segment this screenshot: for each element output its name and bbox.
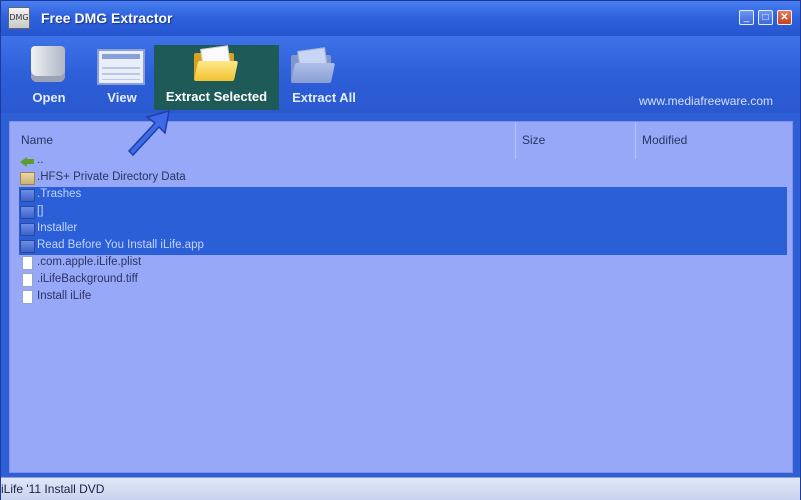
extract-all-button[interactable]: Extract All: [283, 46, 365, 111]
drive-icon: [31, 46, 65, 82]
open-button-label: Open: [32, 90, 66, 105]
folder-icon: [20, 223, 35, 236]
item-name: []: [37, 205, 44, 217]
folder-icon: [20, 206, 35, 219]
list-item[interactable]: .HFS+ Private Directory Data: [19, 170, 787, 187]
list-item[interactable]: Read Before You Install iLife.app: [19, 238, 787, 255]
list-item[interactable]: .com.apple.iLife.plist: [19, 255, 787, 272]
title-bar[interactable]: DMG Free DMG Extractor _ □ ✕: [1, 1, 800, 36]
file-list[interactable]: Name Size Modified .. .HFS+ Private Dire…: [9, 121, 793, 473]
folder-icon: [20, 240, 35, 253]
item-name: .iLifeBackground.tiff: [37, 273, 138, 285]
app-icon: DMG: [8, 7, 30, 29]
list-item[interactable]: Install iLife: [19, 289, 787, 306]
file-icon: [22, 290, 33, 304]
status-bar: iLife '11 Install DVD: [1, 477, 800, 500]
item-name: Read Before You Install iLife.app: [37, 239, 204, 251]
close-button[interactable]: ✕: [777, 10, 792, 25]
item-name: Install iLife: [37, 290, 92, 302]
minimize-button[interactable]: _: [739, 10, 754, 25]
maximize-button[interactable]: □: [758, 10, 773, 25]
open-button[interactable]: Open: [15, 46, 83, 111]
list-item[interactable]: []: [19, 204, 787, 221]
window-list-icon: [97, 49, 145, 85]
item-name: ..: [37, 154, 44, 166]
extract-all-label: Extract All: [292, 90, 356, 105]
list-item[interactable]: .Trashes: [19, 187, 787, 204]
folder-open-icon: [20, 172, 35, 185]
file-icon: [22, 256, 33, 270]
list-item[interactable]: .iLifeBackground.tiff: [19, 272, 787, 289]
open-folder-icon: [193, 45, 239, 81]
website-link[interactable]: www.mediafreeware.com: [639, 94, 773, 108]
up-arrow-icon: [20, 155, 35, 168]
list-item[interactable]: Installer: [19, 221, 787, 238]
status-text: iLife '11 Install DVD: [1, 482, 105, 496]
file-icon: [22, 273, 33, 287]
app-window: DMG Free DMG Extractor _ □ ✕ Open View E…: [0, 0, 801, 500]
item-name: .Trashes: [37, 188, 82, 200]
folder-icon: [20, 189, 35, 202]
item-name: Installer: [37, 222, 78, 234]
pointer-arrow-icon: [127, 109, 170, 157]
item-name: .HFS+ Private Directory Data: [37, 171, 186, 183]
folder-icon: [290, 47, 336, 83]
window-title: Free DMG Extractor: [41, 10, 173, 26]
item-name: .com.apple.iLife.plist: [37, 256, 142, 268]
